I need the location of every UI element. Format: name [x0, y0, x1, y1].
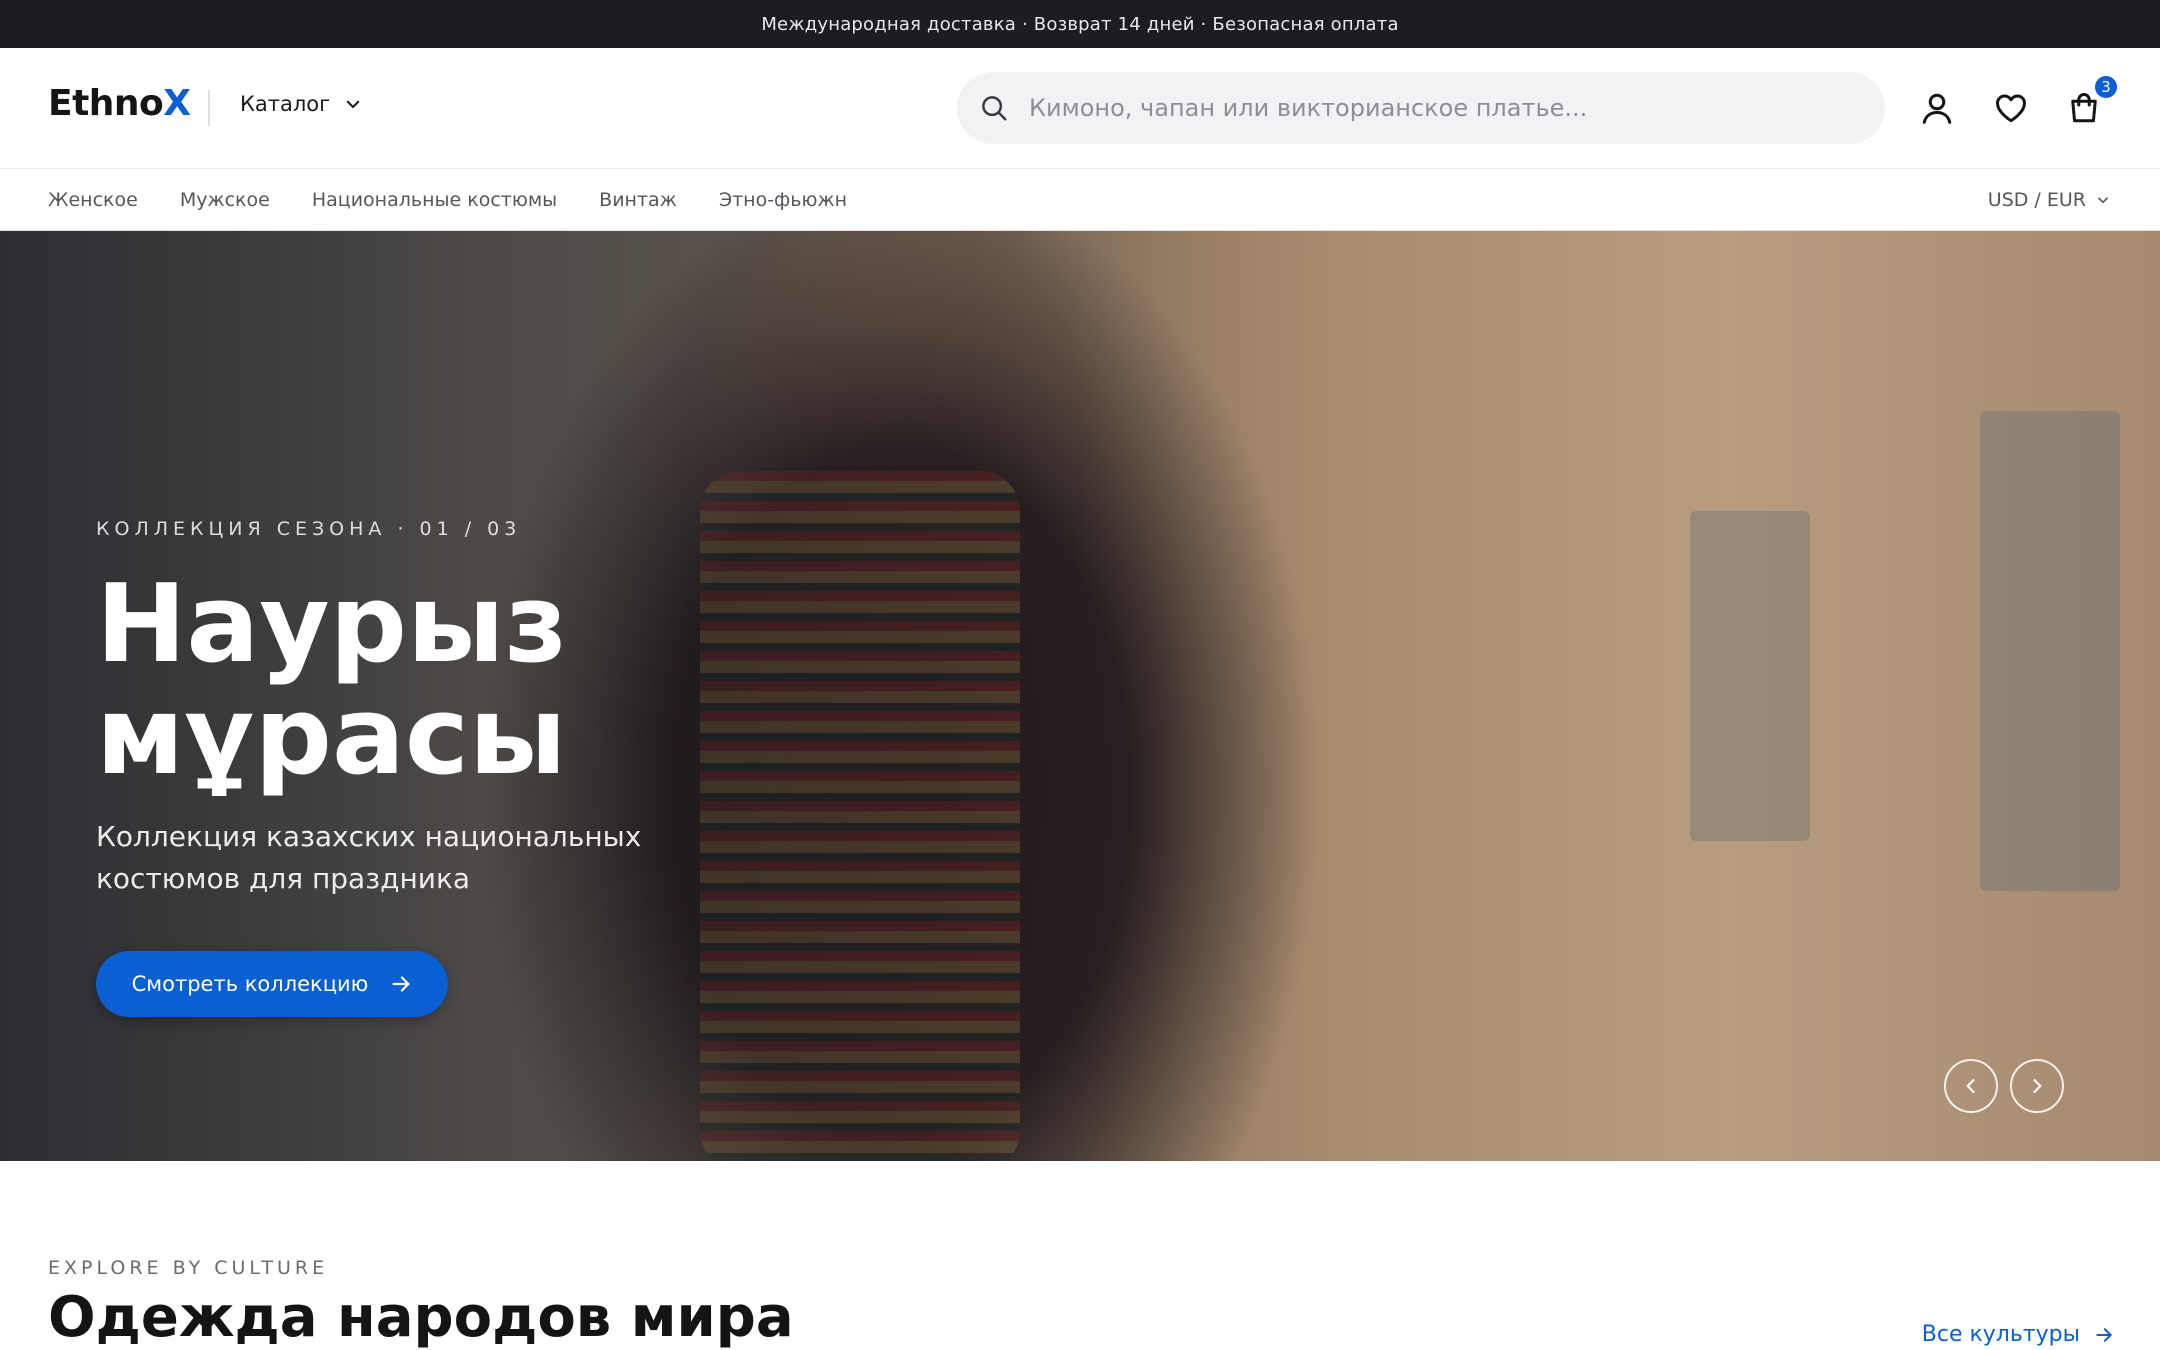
heart-icon [1996, 94, 2026, 123]
carousel-prev-button[interactable] [1944, 1059, 1998, 1113]
arrow-right-icon [2096, 1327, 2112, 1342]
hero-subtitle: Коллекция казахских национальных костюмо… [96, 816, 716, 900]
search-input[interactable] [1029, 94, 1849, 122]
logo[interactable]: EthnoX [48, 83, 191, 124]
all-cultures-label: Все культуры [1921, 1322, 2080, 1347]
view-collection-button[interactable]: Смотреть коллекцию [96, 951, 448, 1017]
all-cultures-link[interactable]: Все культуры [1922, 1322, 2114, 1347]
carousel-next-button[interactable] [2010, 1059, 2064, 1113]
category-nav: Женское Мужское Национальные костюмы Вин… [0, 168, 2160, 231]
catalog-dropdown[interactable]: Каталог [240, 92, 362, 116]
section-title: Одежда народов мира [48, 1285, 794, 1350]
hero-subtitle-line: костюмов для праздника [96, 862, 471, 895]
catalog-label: Каталог [240, 92, 331, 116]
announcement-bar: Международная доставка · Возврат 14 дней… [0, 0, 2160, 48]
hero-banner: КОЛЛЕКЦИЯ СЕЗОНА · 01 / 03 Наурыз мұрасы… [0, 231, 2160, 1161]
logo-accent: X [163, 83, 191, 124]
nav-item-men[interactable]: Мужское [180, 189, 270, 211]
nav-item-national-costumes[interactable]: Национальные костюмы [312, 189, 557, 211]
logo-divider [208, 90, 210, 126]
chevron-down-icon [346, 100, 360, 108]
chevron-down-icon [2098, 197, 2108, 204]
arrow-right-icon [392, 976, 410, 992]
hero-title: Наурыз мұрасы [96, 569, 796, 793]
announcement-text: Международная доставка · Возврат 14 дней… [761, 13, 1399, 35]
nav-item-vintage[interactable]: Винтаж [599, 189, 677, 211]
logo-text: Ethno [48, 83, 164, 124]
currency-selector[interactable]: USD / EUR [1988, 169, 2110, 231]
chevron-left-icon [1966, 1079, 1975, 1093]
hero-subtitle-line: Коллекция казахских национальных [96, 820, 642, 853]
user-icon [1922, 93, 1952, 124]
nav-item-ethno-fusion[interactable]: Этно-фьюжн [719, 189, 847, 211]
hero-title-line: мұрасы [96, 674, 567, 799]
currency-label: USD / EUR [1987, 189, 2086, 211]
chevron-right-icon [2033, 1079, 2042, 1093]
site-header: EthnoX Каталог 3 [0, 48, 2160, 168]
search-bar[interactable] [957, 72, 1885, 144]
view-collection-label: Смотреть коллекцию [131, 972, 369, 996]
account-button[interactable] [1919, 90, 1955, 126]
cart-count-badge: 3 [2093, 74, 2119, 100]
section-eyebrow: EXPLORE BY CULTURE [48, 1257, 329, 1279]
wishlist-button[interactable] [1993, 90, 2029, 126]
nav-item-women[interactable]: Женское [48, 189, 138, 211]
search-icon [982, 96, 1007, 121]
hero-title-line: Наурыз [96, 562, 568, 687]
hero-eyebrow: КОЛЛЕКЦИЯ СЕЗОНА · 01 / 03 [96, 518, 522, 540]
